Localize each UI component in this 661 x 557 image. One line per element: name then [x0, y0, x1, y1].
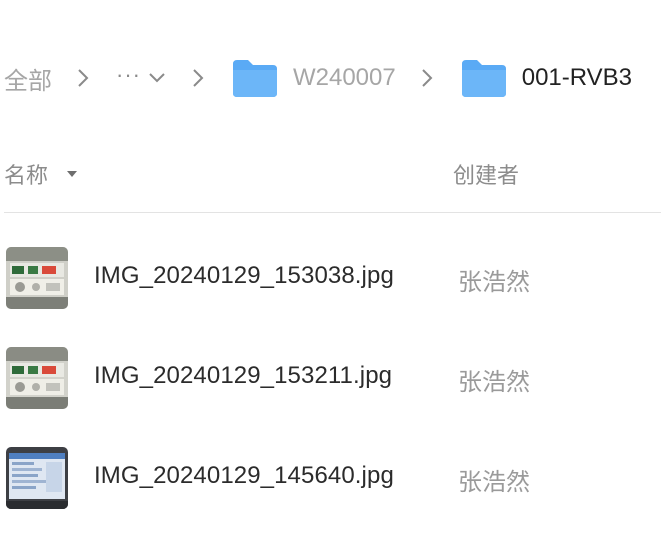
- sort-by-name-button[interactable]: 名称: [4, 158, 78, 190]
- breadcrumb-folder-parent[interactable]: W240007: [231, 58, 396, 98]
- more-dots-label: ···: [116, 62, 141, 87]
- instrument-photo-icon: [6, 247, 68, 309]
- breadcrumb-parent-label: W240007: [292, 64, 396, 91]
- file-row[interactable]: IMG_20240129_153211.jpg 张浩然: [0, 328, 661, 428]
- chevron-down-icon: [149, 73, 165, 83]
- chevron-right-icon: [420, 67, 434, 89]
- instrument-photo-icon: [6, 347, 68, 409]
- file-creator: 张浩然: [458, 369, 530, 396]
- column-header: 名称 创建者: [0, 150, 661, 194]
- screen-photo-icon: [6, 447, 68, 509]
- chevron-right-icon: [191, 67, 205, 89]
- column-creator-label: 创建者: [453, 163, 520, 188]
- file-row[interactable]: IMG_20240129_153038.jpg 张浩然: [0, 228, 661, 328]
- file-name: IMG_20240129_153211.jpg: [94, 362, 393, 389]
- column-name-label: 名称: [4, 163, 49, 188]
- breadcrumb-current-label: 001-RVB3: [521, 64, 633, 91]
- file-creator: 张浩然: [458, 269, 530, 296]
- chevron-right-icon: [76, 67, 90, 89]
- breadcrumb-root-link[interactable]: 全部: [4, 61, 52, 96]
- file-name: IMG_20240129_153038.jpg: [94, 262, 394, 289]
- folder-icon: [231, 58, 279, 98]
- breadcrumb-more-button[interactable]: ···: [116, 64, 167, 86]
- file-name: IMG_20240129_145640.jpg: [94, 462, 394, 489]
- header-divider: [4, 212, 661, 213]
- sort-caret-down-icon: [67, 171, 78, 177]
- breadcrumb-folder-current[interactable]: 001-RVB3: [460, 58, 632, 98]
- breadcrumb: 全部 ··· W240007 001-RVB3: [0, 52, 661, 104]
- file-list: IMG_20240129_153038.jpg 张浩然 IMG_20240129…: [0, 228, 661, 528]
- file-creator: 张浩然: [458, 469, 530, 496]
- file-row[interactable]: IMG_20240129_145640.jpg 张浩然: [0, 428, 661, 528]
- folder-icon: [460, 58, 508, 98]
